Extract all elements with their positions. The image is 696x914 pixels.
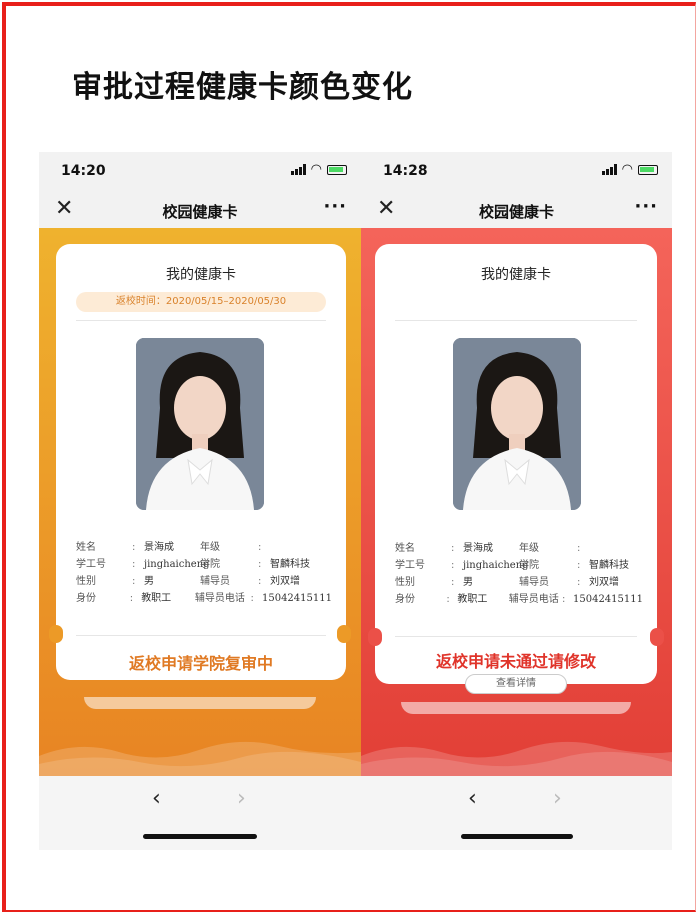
approval-status: 返校申请未通过请修改 [435, 652, 596, 671]
divider [76, 320, 326, 321]
portrait-photo [136, 338, 264, 510]
view-details-button[interactable]: 查看详情 [465, 674, 567, 694]
ticket-notch-right [650, 628, 664, 646]
wave-decoration [361, 741, 672, 776]
card-shadow [401, 702, 631, 714]
home-indicator[interactable] [143, 834, 257, 839]
wifi-icon: ◠ [621, 162, 633, 177]
status-bar: 14:20 ◠ [39, 152, 361, 192]
battery-icon [638, 164, 658, 175]
ticket-notch-right [337, 625, 351, 643]
more-icon[interactable]: ··· [634, 196, 658, 217]
info-row: 姓名: 景海成 年级: [76, 542, 262, 553]
nav-title: 校园健康卡 [162, 203, 238, 221]
info-row: 身份: 教职工 辅导员电话:15042415111 [76, 593, 332, 604]
nav-bar: ✕ 校园健康卡 ··· [361, 192, 672, 228]
health-card: 我的健康卡 姓名: 景海成 年级: 学工号: jinghaicheng 学院: 智麟科… [375, 244, 657, 694]
divider [76, 635, 326, 636]
nav-bar: ✕ 校园健康卡 ··· [39, 192, 361, 228]
signal-icon [601, 164, 617, 175]
status-bar: 14:28 ◠ [361, 152, 672, 192]
info-row: 性别: 男 辅导员: 刘双增 [76, 576, 300, 587]
divider [395, 320, 637, 321]
status-time: 14:28 [383, 163, 428, 179]
info-row: 姓名: 景海成 年级: [395, 543, 581, 554]
status-time: 14:20 [61, 163, 106, 179]
info-row: 学工号: jinghaicheng 学院: 智麟科技 [395, 560, 629, 571]
browser-toolbar: ‹ › [39, 776, 361, 850]
info-row: 身份: 教职工 辅导员电话:15042415111 [395, 594, 643, 605]
wifi-icon: ◠ [310, 162, 322, 177]
ticket-notch-left [49, 625, 63, 643]
card-shadow [84, 697, 316, 709]
back-button[interactable]: ‹ [152, 786, 161, 811]
info-row: 学工号: jinghaicheng 学院: 智麟科技 [76, 559, 310, 570]
back-button[interactable]: ‹ [468, 786, 477, 811]
card-title: 我的健康卡 [481, 267, 551, 283]
divider [395, 636, 637, 637]
phone-approval-in-review: 14:20 ◠ ✕ 校园健康卡 ··· 我的健康卡 返校时间：2020/05/1… [39, 152, 361, 850]
forward-button[interactable]: › [237, 786, 246, 811]
browser-toolbar: ‹ › [361, 776, 672, 850]
signal-icon [290, 164, 306, 175]
battery-icon [327, 164, 347, 175]
info-list: 姓名: 景海成 年级: 学工号: jinghaicheng 学院: 智麟科技 性别: 男… [395, 540, 643, 608]
forward-button[interactable]: › [553, 786, 562, 811]
info-row: 性别: 男 辅导员: 刘双增 [395, 577, 619, 588]
portrait-photo [453, 338, 581, 510]
approval-status: 返校申请学院复审中 [128, 654, 273, 673]
more-icon[interactable]: ··· [323, 196, 347, 217]
wave-decoration [39, 741, 361, 776]
health-card: 我的健康卡 返校时间：2020/05/15–2020/05/30 姓名: 景海成 … [56, 244, 346, 680]
ticket-notch-left [368, 628, 382, 646]
phone-approval-rejected: 14:28 ◠ ✕ 校园健康卡 ··· 我的健康卡 姓名: 景海成 年级: … [361, 152, 672, 850]
page-heading: 审批过程健康卡颜色变化 [72, 70, 413, 105]
nav-title: 校园健康卡 [478, 203, 554, 221]
return-time-pill: 返校时间：2020/05/15–2020/05/30 [76, 292, 326, 312]
home-indicator[interactable] [461, 834, 573, 839]
info-list: 姓名: 景海成 年级: 学工号: jinghaicheng 学院: 智麟科技 性别: 男… [76, 539, 332, 607]
card-title: 我的健康卡 [166, 267, 236, 283]
